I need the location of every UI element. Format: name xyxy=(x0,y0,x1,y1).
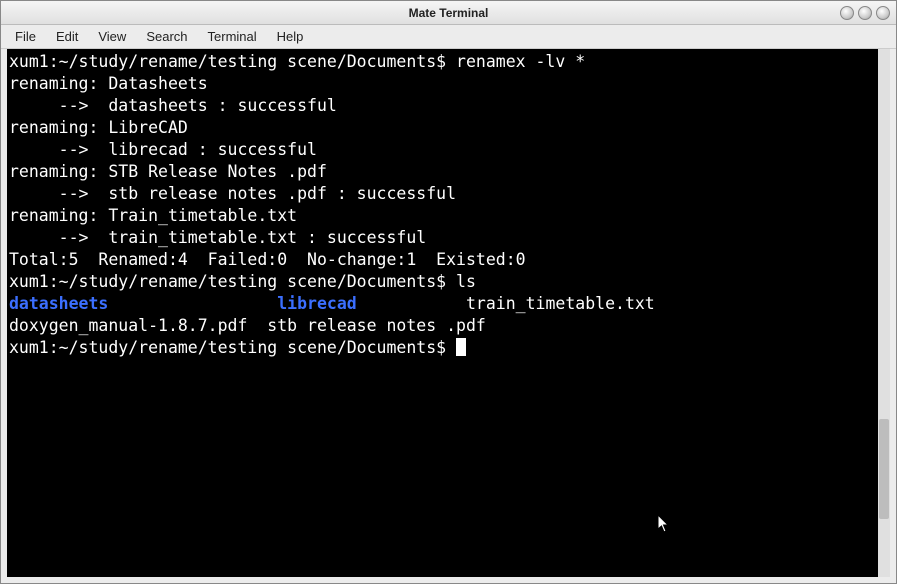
menu-edit[interactable]: Edit xyxy=(48,27,86,46)
terminal-container: xum1:~/study/rename/testing scene/Docume… xyxy=(1,49,896,583)
menu-help[interactable]: Help xyxy=(269,27,312,46)
terminal-line: datasheets librecad train_timetable.txt xyxy=(9,293,890,315)
terminal-line: renaming: Train_timetable.txt xyxy=(9,205,890,227)
window-title: Mate Terminal xyxy=(409,6,489,20)
terminal-line: renaming: LibreCAD xyxy=(9,117,890,139)
terminal[interactable]: xum1:~/study/rename/testing scene/Docume… xyxy=(7,49,890,577)
ls-dir-datasheets: datasheets xyxy=(9,294,108,313)
ls-file-train-timetable: train_timetable.txt xyxy=(466,294,655,313)
terminal-line: doxygen_manual-1.8.7.pdf stb release not… xyxy=(9,315,890,337)
terminal-line: Total:5 Renamed:4 Failed:0 No-change:1 E… xyxy=(9,249,890,271)
window-controls xyxy=(840,6,890,20)
cursor-block xyxy=(456,338,466,356)
terminal-window: Mate Terminal File Edit View Search Term… xyxy=(0,0,897,584)
menu-view[interactable]: View xyxy=(90,27,134,46)
terminal-line: xum1:~/study/rename/testing scene/Docume… xyxy=(9,271,890,293)
minimize-button[interactable] xyxy=(840,6,854,20)
menu-search[interactable]: Search xyxy=(138,27,195,46)
titlebar[interactable]: Mate Terminal xyxy=(1,1,896,25)
terminal-line: renaming: STB Release Notes .pdf xyxy=(9,161,890,183)
terminal-line: --> stb release notes .pdf : successful xyxy=(9,183,890,205)
terminal-line: xum1:~/study/rename/testing scene/Docume… xyxy=(9,51,890,73)
terminal-line: renaming: Datasheets xyxy=(9,73,890,95)
scrollbar[interactable] xyxy=(878,49,890,577)
terminal-line: xum1:~/study/rename/testing scene/Docume… xyxy=(9,337,890,359)
terminal-line: --> train_timetable.txt : successful xyxy=(9,227,890,249)
terminal-line: --> datasheets : successful xyxy=(9,95,890,117)
close-button[interactable] xyxy=(876,6,890,20)
scrollbar-thumb[interactable] xyxy=(879,419,889,519)
menu-file[interactable]: File xyxy=(7,27,44,46)
mouse-pointer-icon xyxy=(657,514,671,540)
terminal-line: --> librecad : successful xyxy=(9,139,890,161)
ls-dir-librecad: librecad xyxy=(277,294,356,313)
ls-pad xyxy=(357,294,466,313)
ls-pad xyxy=(108,294,277,313)
maximize-button[interactable] xyxy=(858,6,872,20)
menu-terminal[interactable]: Terminal xyxy=(200,27,265,46)
prompt: xum1:~/study/rename/testing scene/Docume… xyxy=(9,338,456,357)
menubar: File Edit View Search Terminal Help xyxy=(1,25,896,49)
